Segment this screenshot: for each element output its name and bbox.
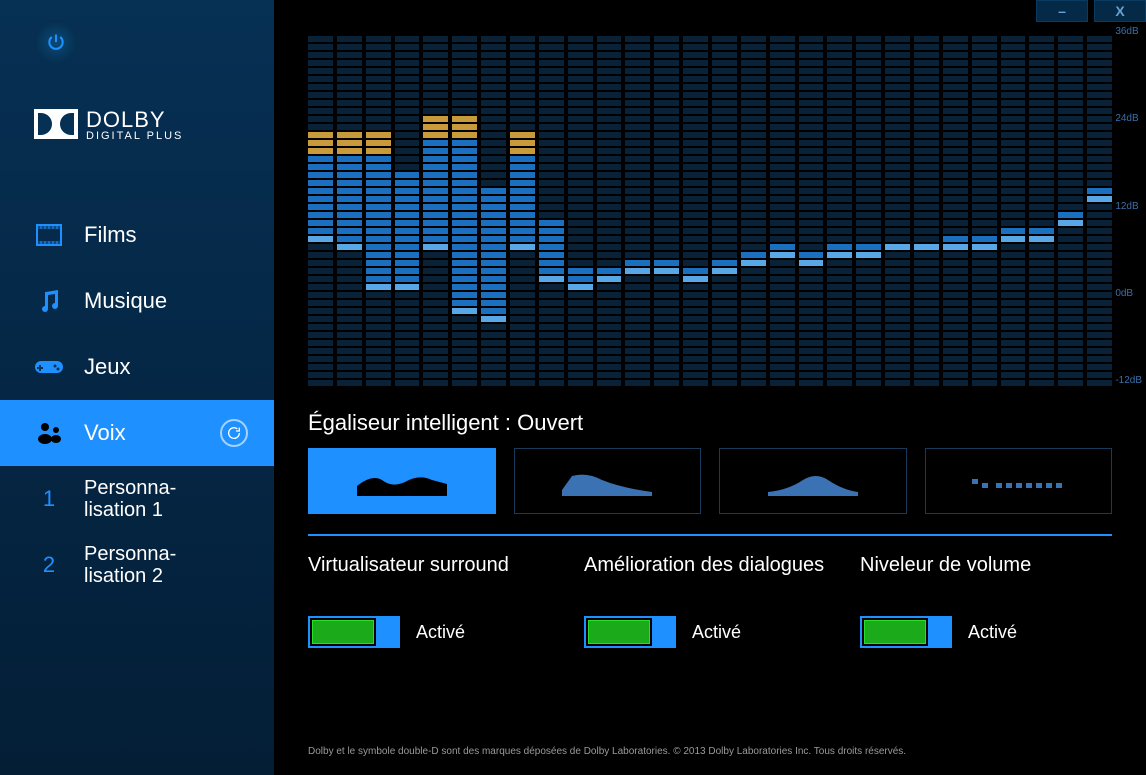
eq-band[interactable] [308, 26, 333, 386]
eq-band[interactable] [741, 26, 766, 386]
toggle-label: Amélioration des dialogues [584, 554, 836, 606]
eq-band[interactable] [1087, 26, 1112, 386]
preset-curve-icon [768, 466, 858, 496]
gamepad-icon [34, 352, 64, 382]
divider [308, 534, 1112, 536]
eq-band[interactable] [914, 26, 939, 386]
toggle-surround: Virtualisateur surround Activé [308, 554, 560, 648]
eq-db-label: 24dB [1115, 113, 1142, 124]
nav: Films Musique Jeux Voix [0, 202, 274, 598]
reset-icon[interactable] [220, 419, 248, 447]
eq-band[interactable] [481, 26, 506, 386]
eq-band[interactable] [943, 26, 968, 386]
brand-line2: DIGITAL PLUS [86, 131, 183, 142]
eq-band[interactable] [972, 26, 997, 386]
sidebar-item-perso2[interactable]: 2 Personna-lisation 2 [0, 532, 274, 598]
eq-band[interactable] [366, 26, 391, 386]
eq-band[interactable] [337, 26, 362, 386]
eq-preset-focus[interactable] [719, 448, 907, 514]
switch-dialogue[interactable] [584, 616, 676, 648]
sidebar-item-label: Personna-lisation 1 [84, 477, 176, 521]
eq-band[interactable] [510, 26, 535, 386]
sidebar-item-label: Musique [84, 288, 167, 314]
preset-number: 1 [34, 486, 64, 512]
eq-band[interactable] [683, 26, 708, 386]
sidebar-item-jeux[interactable]: Jeux [0, 334, 274, 400]
eq-band[interactable] [423, 26, 448, 386]
footer-text: Dolby et le symbole double-D sont des ma… [308, 734, 1112, 765]
eq-band[interactable] [856, 26, 881, 386]
eq-band[interactable] [1058, 26, 1083, 386]
eq-band[interactable] [712, 26, 737, 386]
eq-presets [308, 448, 1112, 514]
toggle-label: Niveleur de volume [860, 554, 1112, 606]
toggle-label: Virtualisateur surround [308, 554, 560, 606]
main-panel: 36dB24dB12dB0dB-12dB Égaliseur intellige… [274, 0, 1146, 775]
preset-bars-icon [968, 471, 1068, 491]
eq-db-label: 12dB [1115, 201, 1142, 212]
toggle-state: Activé [968, 622, 1017, 643]
sidebar-item-perso1[interactable]: 1 Personna-lisation 1 [0, 466, 274, 532]
power-button[interactable] [34, 20, 78, 64]
equalizer-title: Égaliseur intelligent : Ouvert [308, 410, 1112, 436]
sidebar-item-label: Jeux [84, 354, 130, 380]
sidebar-item-label: Personna-lisation 2 [84, 543, 176, 587]
switch-surround[interactable] [308, 616, 400, 648]
eq-band[interactable] [770, 26, 795, 386]
eq-band[interactable] [654, 26, 679, 386]
film-icon [34, 220, 64, 250]
eq-band[interactable] [597, 26, 622, 386]
equalizer-visualizer: 36dB24dB12dB0dB-12dB [308, 26, 1112, 386]
eq-band[interactable] [452, 26, 477, 386]
toggle-state: Activé [692, 622, 741, 643]
brand-line1: DOLBY [86, 109, 183, 131]
sidebar-item-musique[interactable]: Musique [0, 268, 274, 334]
eq-band[interactable] [1029, 26, 1054, 386]
toggle-row: Virtualisateur surround Activé Améliorat… [308, 554, 1112, 648]
sidebar-item-voix[interactable]: Voix [0, 400, 274, 466]
switch-volume[interactable] [860, 616, 952, 648]
eq-band[interactable] [625, 26, 650, 386]
eq-band[interactable] [827, 26, 852, 386]
preset-number: 2 [34, 552, 64, 578]
eq-band[interactable] [799, 26, 824, 386]
close-button[interactable]: X [1094, 0, 1146, 22]
preset-curve-icon [357, 466, 447, 496]
voice-icon [34, 418, 64, 448]
minimize-button[interactable]: – [1036, 0, 1088, 22]
toggle-state: Activé [416, 622, 465, 643]
eq-band[interactable] [539, 26, 564, 386]
preset-curve-icon [562, 466, 652, 496]
eq-db-label: -12dB [1115, 375, 1142, 386]
power-icon [46, 32, 66, 52]
eq-preset-rich[interactable] [514, 448, 702, 514]
eq-band[interactable] [1001, 26, 1026, 386]
toggle-dialogue: Amélioration des dialogues Activé [584, 554, 836, 648]
sidebar-item-films[interactable]: Films [0, 202, 274, 268]
eq-band[interactable] [395, 26, 420, 386]
eq-preset-flat[interactable] [925, 448, 1113, 514]
toggle-volume: Niveleur de volume Activé [860, 554, 1112, 648]
eq-band[interactable] [885, 26, 910, 386]
brand-logo: DOLBY DIGITAL PLUS [34, 109, 274, 142]
eq-preset-open[interactable] [308, 448, 496, 514]
sidebar-item-label: Voix [84, 420, 126, 446]
music-icon [34, 286, 64, 316]
eq-db-label: 0dB [1115, 288, 1142, 299]
sidebar: DOLBY DIGITAL PLUS Films Musique [0, 0, 274, 775]
dolby-dd-icon [34, 109, 78, 139]
sidebar-item-label: Films [84, 222, 137, 248]
eq-db-label: 36dB [1115, 26, 1142, 37]
eq-band[interactable] [568, 26, 593, 386]
